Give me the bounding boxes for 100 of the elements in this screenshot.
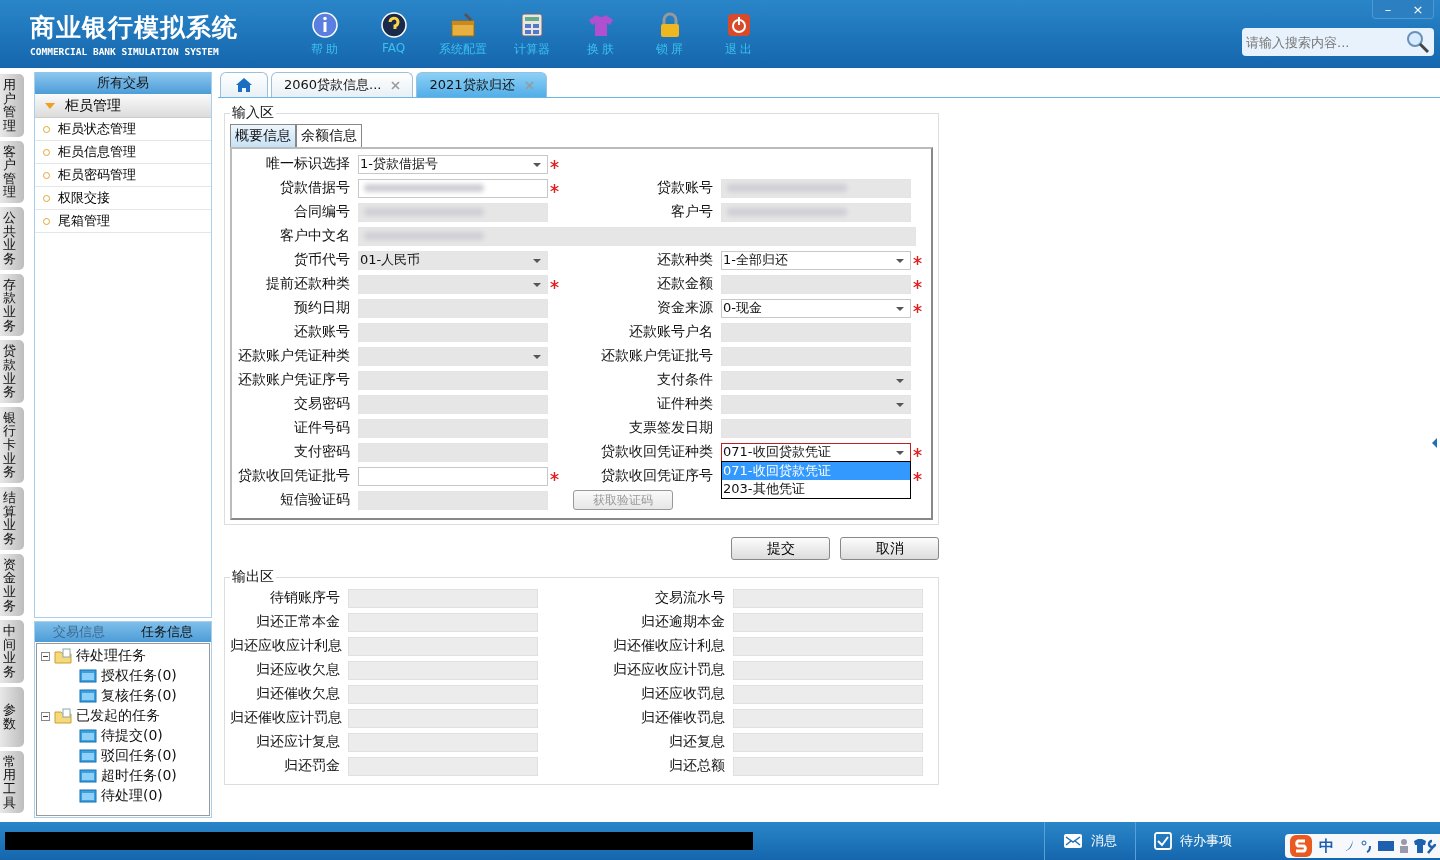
field-label: 还款账户凭证批号 (600, 347, 714, 365)
field-label: 支付条件 (656, 371, 714, 389)
tree-item[interactable]: 复核任务(0) (101, 687, 177, 705)
submit-button[interactable]: 提交 (731, 537, 830, 560)
home-tab[interactable] (220, 72, 268, 97)
dropdown[interactable]: 01-人民币 (358, 250, 548, 270)
cancel-button[interactable]: 取消 (840, 537, 939, 560)
field-label: 交易流水号 (654, 589, 726, 607)
ime-mode[interactable]: 中 (1319, 836, 1334, 856)
field-label: 归还催收应计利息 (612, 637, 726, 655)
close-tab-icon[interactable] (524, 80, 534, 90)
input-field[interactable] (721, 274, 911, 294)
search-field[interactable]: 请输入搜索内容... (1242, 28, 1434, 56)
folder-icon (54, 708, 72, 724)
panel-tab[interactable]: 任务信息 (123, 622, 211, 642)
side-tab[interactable]: 中间业务 (0, 620, 24, 683)
input-field[interactable] (358, 298, 548, 318)
collapse-toggle[interactable] (41, 711, 50, 721)
side-tab[interactable]: 资金业务 (0, 553, 24, 617)
field-label: 还款账号 (293, 323, 351, 341)
close-button[interactable]: × (1403, 0, 1433, 18)
minimize-button[interactable]: – (1373, 0, 1403, 18)
tree-item[interactable]: 待处理任务 (76, 647, 146, 665)
collapse-toggle[interactable] (41, 651, 50, 661)
dropdown[interactable] (358, 274, 548, 294)
field-label: 还款种类 (656, 251, 714, 269)
dropdown[interactable] (721, 370, 911, 390)
input-field[interactable] (358, 322, 548, 342)
field-label: 归还应收应计利息 (230, 637, 343, 655)
input-field[interactable] (358, 202, 548, 222)
input-field[interactable] (358, 226, 916, 246)
dropdown[interactable]: 071-收回贷款凭证 (721, 442, 911, 462)
field-label: 归还复息 (668, 733, 726, 751)
checkbox-icon (1154, 832, 1172, 850)
field-label: 提前还款种类 (265, 275, 351, 293)
side-tab[interactable]: 参数 (0, 686, 24, 747)
field-label: 交易密码 (293, 395, 351, 413)
tree-item[interactable]: 超时任务(0) (101, 767, 177, 785)
field-label: 贷款借据号 (279, 179, 351, 197)
ime-toolbar[interactable]: 中 (1285, 834, 1440, 858)
field-label: 客户中文名 (279, 227, 351, 245)
search-icon[interactable] (1406, 30, 1430, 54)
input-field[interactable] (721, 202, 911, 222)
side-tab[interactable]: 常用工具 (0, 750, 24, 814)
side-tab[interactable]: 客户管理 (0, 140, 24, 204)
tree-item[interactable]: 驳回任务(0) (101, 747, 177, 765)
section-title: 输入区 (231, 104, 275, 122)
field-label: 还款账户凭证种类 (237, 347, 351, 365)
menu-group[interactable]: 柜员管理 (35, 94, 211, 118)
field-label: 贷款账号 (656, 179, 714, 197)
input-field[interactable] (358, 178, 548, 198)
form-tab[interactable]: 余额信息 (296, 124, 362, 147)
folder-icon (79, 689, 97, 703)
input-field[interactable] (721, 178, 911, 198)
side-tab[interactable]: 存款业务 (0, 273, 24, 337)
form-tab[interactable]: 概要信息 (230, 124, 296, 147)
tree-item[interactable]: 待提交(0) (101, 727, 163, 745)
dropdown[interactable] (358, 346, 548, 366)
input-field[interactable] (358, 394, 548, 414)
page-tab[interactable]: 2021贷款归还 (416, 72, 547, 97)
input-field[interactable] (358, 466, 548, 486)
field-label: 归还应计复息 (255, 733, 341, 751)
field-label: 证件号码 (293, 419, 351, 437)
folder-icon (54, 648, 72, 664)
input-field[interactable] (721, 322, 911, 342)
folder-icon (79, 669, 97, 683)
side-tab[interactable]: 用户管理 (0, 74, 24, 137)
dropdown-option[interactable]: 203-其他凭证 (722, 479, 910, 498)
app-subtitle: COMMERCIAL BANK SIMULATION SYSTEM (30, 46, 220, 57)
field-label: 归还逾期本金 (640, 613, 726, 631)
input-field[interactable] (358, 418, 548, 438)
tree-item[interactable]: 待处理(0) (101, 787, 163, 805)
info-icon (310, 10, 339, 39)
tree-item[interactable]: 已发起的任务 (76, 707, 160, 725)
dropdown[interactable] (721, 394, 911, 414)
field-label: 贷款收回凭证种类 (600, 443, 714, 461)
dropdown[interactable]: 1-全部归还 (721, 250, 911, 270)
page-tab[interactable]: 2060贷款信息... (271, 72, 414, 97)
dropdown[interactable]: 1-贷款借据号 (358, 154, 548, 174)
input-field[interactable] (721, 418, 911, 438)
folder-icon (79, 789, 97, 803)
close-tab-icon[interactable] (391, 80, 401, 90)
side-tab[interactable]: 贷款业务 (0, 340, 24, 403)
input-field[interactable] (358, 370, 548, 390)
field-label: 还款金额 (656, 275, 714, 293)
side-tab[interactable]: 银行卡业务 (0, 406, 24, 483)
home-icon (235, 77, 253, 93)
status-button[interactable]: 消息 (1044, 822, 1135, 860)
ime-logo-icon (1289, 834, 1313, 858)
field-label: 归还应收应计罚息 (612, 661, 726, 679)
input-field[interactable] (721, 346, 911, 366)
status-button[interactable]: 待办事项 (1135, 822, 1250, 860)
input-field[interactable] (358, 490, 548, 510)
side-tab[interactable]: 结算业务 (0, 487, 24, 550)
field-label: 合同编号 (293, 203, 351, 221)
dropdown[interactable]: 0-现金 (721, 298, 911, 318)
tree-item[interactable]: 授权任务(0) (101, 667, 177, 685)
field-label: 归还催收应计罚息 (230, 709, 343, 727)
side-tab[interactable]: 公共业务 (0, 207, 24, 270)
input-field[interactable] (358, 442, 548, 462)
